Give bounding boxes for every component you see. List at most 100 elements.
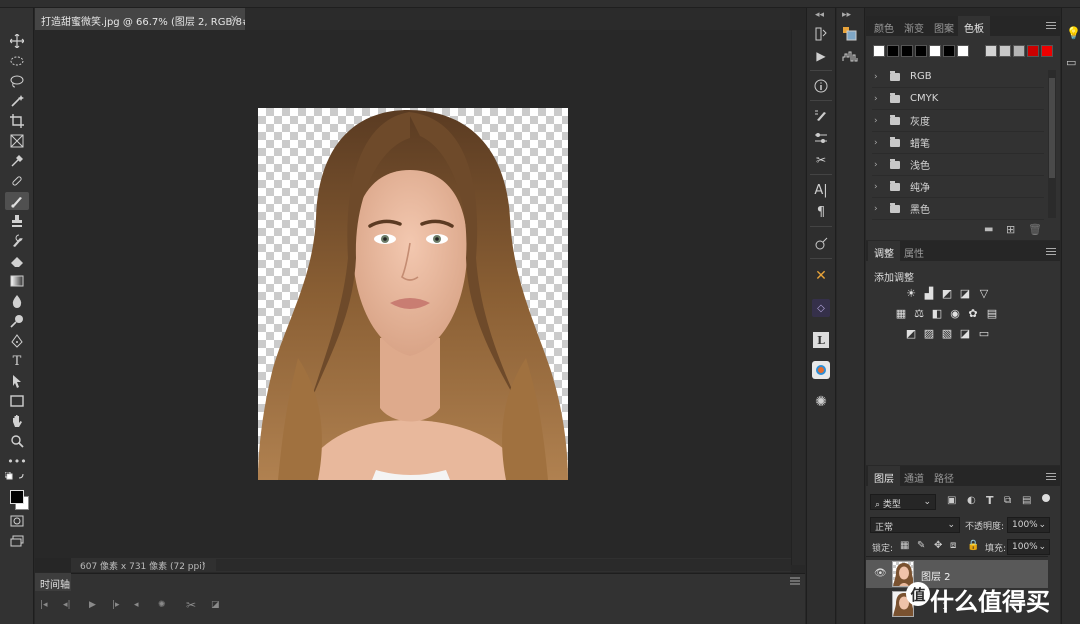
history-brush-icon[interactable]	[5, 232, 29, 250]
more-tools-icon[interactable]: •••	[5, 452, 29, 470]
new-group-icon[interactable]: ▬	[984, 224, 993, 235]
pen-tool-icon[interactable]	[5, 332, 29, 350]
info-icon[interactable]	[811, 76, 831, 96]
brush-tool-icon[interactable]	[5, 192, 29, 210]
crop-tool-icon[interactable]	[5, 112, 29, 130]
color-swatch[interactable]	[887, 45, 899, 57]
network-plugin-icon[interactable]: ✺	[811, 392, 831, 412]
gradient-map-icon[interactable]: ▭	[977, 327, 991, 340]
lock-artboard-icon[interactable]: ⧈	[950, 540, 956, 551]
lock-position-icon[interactable]: ✥	[934, 540, 942, 551]
filter-type-icon[interactable]: T	[986, 494, 994, 507]
filter-pixel-icon[interactable]: ▣	[947, 495, 956, 506]
layers-menu-icon[interactable]	[1046, 473, 1056, 481]
tab-adjustments[interactable]: 调整	[868, 241, 900, 261]
swatch-group-pure[interactable]: › 纯净	[872, 176, 1044, 198]
document-canvas[interactable]	[258, 108, 568, 480]
posterize-icon[interactable]: ▨	[922, 327, 936, 340]
vertical-scrollbar[interactable]	[791, 30, 805, 565]
tab-channels[interactable]: 通道	[898, 466, 930, 486]
swatch-group-pastel[interactable]: › 蜡笔	[872, 132, 1044, 154]
libraries-icon[interactable]: ▭	[1066, 56, 1076, 69]
play-icon[interactable]: ▶	[89, 600, 96, 610]
layer-filter-select[interactable]: ⌕ 类型 ⌄	[870, 494, 936, 510]
filter-shape-icon[interactable]: ⧉	[1004, 495, 1011, 506]
screen-mode-icon[interactable]	[5, 532, 29, 550]
prev-frame-icon[interactable]: ◂|	[63, 600, 71, 610]
histogram-icon[interactable]	[842, 48, 858, 62]
camera-plugin-icon[interactable]	[811, 360, 831, 380]
color-balance-icon[interactable]: ⚖	[912, 307, 926, 320]
lock-all-icon[interactable]: 🔒	[967, 540, 979, 551]
dodge-tool-icon[interactable]	[5, 312, 29, 330]
color-swatch[interactable]	[915, 45, 927, 57]
history-icon[interactable]	[811, 24, 831, 44]
expand-arrows-icon[interactable]: ▸▸	[842, 10, 851, 20]
learn-lightbulb-icon[interactable]: 💡	[1066, 26, 1080, 40]
color-lookup-icon[interactable]: ▤	[985, 307, 999, 320]
tab-gradient[interactable]: 渐变	[898, 16, 930, 36]
move-tool-icon[interactable]	[5, 32, 29, 50]
split-icon[interactable]: ✂	[186, 598, 196, 612]
lasso-tool-icon[interactable]	[5, 72, 29, 90]
swatches-menu-icon[interactable]	[1046, 22, 1056, 30]
selective-color-icon[interactable]: ◪	[958, 327, 972, 340]
levels-plugin-icon[interactable]: L	[811, 330, 831, 350]
fill-input[interactable]: 100% ⌄	[1007, 539, 1050, 555]
levels-icon[interactable]: ▟	[922, 287, 936, 300]
collapse-arrows-icon[interactable]: ◂◂	[815, 10, 824, 20]
next-frame-icon[interactable]: |▸	[112, 600, 120, 610]
type-tool-icon[interactable]: T	[5, 352, 29, 370]
vibrance-icon[interactable]: ▽	[977, 287, 991, 300]
eyedropper-icon[interactable]	[5, 152, 29, 170]
photo-filter-icon[interactable]: ◉	[948, 307, 962, 320]
swatches-scroll-thumb[interactable]	[1049, 78, 1055, 178]
tools-cross-icon[interactable]: ✕	[811, 266, 831, 286]
blend-mode-select[interactable]: 正常 ⌄	[870, 517, 960, 533]
document-tab[interactable]: 打造甜蜜微笑.jpg @ 66.7% (图层 2, RGB/8#) * ×	[35, 8, 263, 30]
magic-wand-icon[interactable]	[5, 92, 29, 110]
opacity-input[interactable]: 100% ⌄	[1007, 517, 1050, 533]
adjust-menu-icon[interactable]	[1046, 248, 1056, 256]
invert-icon[interactable]: ◩	[904, 327, 918, 340]
rectangle-tool-icon[interactable]	[5, 392, 29, 410]
paragraph-icon[interactable]: ¶	[811, 202, 831, 222]
brush-presets-icon[interactable]	[811, 128, 831, 148]
delete-swatch-icon[interactable]: 🗑	[1028, 223, 1042, 236]
timeline-menu-icon[interactable]	[790, 577, 800, 587]
curves-icon[interactable]: ◩	[940, 287, 954, 300]
new-swatch-icon[interactable]: ⊞	[1006, 223, 1015, 236]
tab-layers[interactable]: 图层	[868, 466, 900, 486]
exposure-icon[interactable]: ◪	[958, 287, 972, 300]
status-menu-arrow[interactable]: ›	[202, 559, 206, 569]
quick-mask-icon[interactable]	[5, 512, 29, 530]
color-swatch[interactable]	[999, 45, 1011, 57]
hand-tool-icon[interactable]	[5, 412, 29, 430]
settings-icon[interactable]: ✺	[158, 600, 166, 610]
tab-pattern[interactable]: 图案	[928, 16, 960, 36]
actions-play-icon[interactable]: ▶	[811, 46, 831, 66]
threshold-icon[interactable]: ▧	[940, 327, 954, 340]
close-icon[interactable]: ×	[230, 12, 239, 25]
channel-mixer-icon[interactable]: ✿	[966, 307, 980, 320]
color-swatch[interactable]	[929, 45, 941, 57]
lock-pixels-icon[interactable]: ✎	[917, 540, 925, 551]
color-swatch[interactable]	[901, 45, 913, 57]
swatch-group-light[interactable]: › 浅色	[872, 154, 1044, 176]
black-white-icon[interactable]: ◧	[930, 307, 944, 320]
first-frame-icon[interactable]: |◂	[40, 600, 48, 610]
gradient-tool-icon[interactable]	[5, 272, 29, 290]
tab-swatches[interactable]: 色板	[958, 16, 990, 36]
visibility-eye-icon[interactable]: 👁	[874, 568, 887, 579]
path-select-icon[interactable]	[5, 372, 29, 390]
color-swatch[interactable]	[985, 45, 997, 57]
visibility-hidden-icon[interactable]	[874, 598, 884, 608]
swatch-group-grayscale[interactable]: › 灰度	[872, 110, 1044, 132]
tab-color[interactable]: 颜色	[868, 16, 900, 36]
color-swatch[interactable]	[1041, 45, 1053, 57]
color-swatch[interactable]	[1013, 45, 1025, 57]
filter-smart-icon[interactable]: ▤	[1022, 495, 1031, 506]
swap-colors-icon[interactable]	[5, 472, 27, 480]
lock-transparent-icon[interactable]: ▦	[900, 540, 909, 551]
color-swatch[interactable]	[943, 45, 955, 57]
